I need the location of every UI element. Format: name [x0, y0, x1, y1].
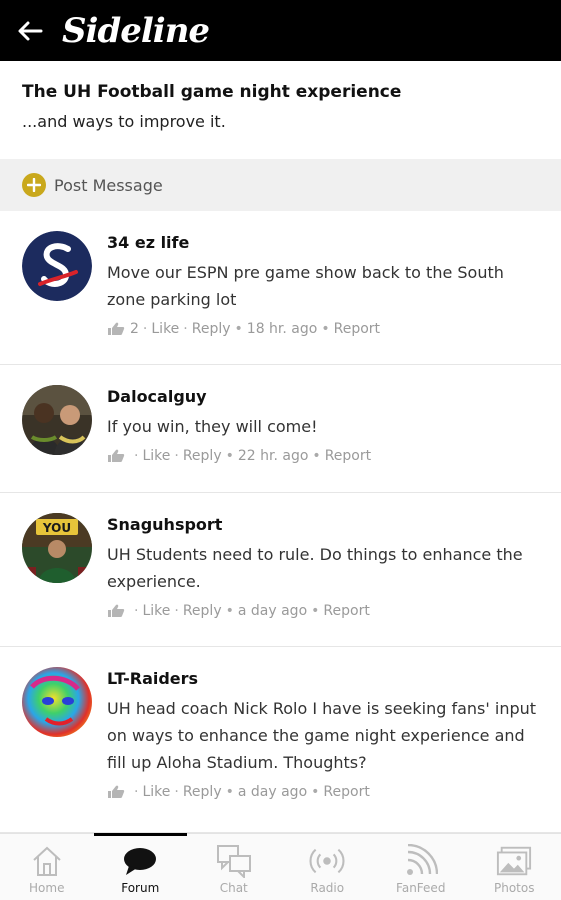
forum-icon — [122, 844, 158, 878]
topic-title: The UH Football game night experience — [22, 82, 402, 102]
chat-icon — [216, 844, 252, 878]
comment-time: a day ago — [237, 603, 308, 619]
app-root: Sideline The UH Football game night expe… — [0, 0, 561, 900]
back-arrow-icon — [18, 21, 43, 40]
comment-author[interactable]: Dalocalguy — [107, 386, 547, 408]
reply-button[interactable]: Reply — [183, 784, 222, 800]
post-message-button[interactable]: Post Message — [0, 159, 561, 211]
nav-item-home[interactable]: Home — [0, 834, 94, 900]
comment-feed[interactable]: 34 ez life Move our ESPN pre game show b… — [0, 211, 561, 833]
nav-label: Chat — [219, 881, 248, 895]
nav-item-forum[interactable]: Forum — [93, 833, 188, 900]
top-bar: Sideline — [0, 0, 561, 61]
sign-text: YOU — [42, 521, 71, 535]
reply-button[interactable]: Reply — [192, 321, 231, 337]
comment-item: LT-Raiders UH head coach Nick Rolo I hav… — [0, 647, 561, 833]
like-button[interactable]: Like — [142, 784, 170, 800]
report-button[interactable]: Report — [323, 784, 369, 800]
reply-button[interactable]: Reply — [183, 603, 222, 619]
comment-meta: · Like · Reply • 22 hr. ago • Report — [107, 446, 547, 466]
comment-meta: · Like · Reply • a day ago • Report — [107, 782, 547, 802]
like-button[interactable]: Like — [142, 603, 170, 619]
report-button[interactable]: Report — [323, 603, 369, 619]
nav-item-fanfeed[interactable]: FanFeed — [374, 834, 468, 900]
avatar[interactable] — [22, 667, 92, 737]
report-button[interactable]: Report — [334, 321, 380, 337]
like-count: 2 — [130, 321, 139, 337]
topic-header: The UH Football game night experience ..… — [0, 61, 561, 159]
like-button[interactable]: Like — [151, 321, 179, 337]
nav-label: Radio — [310, 881, 345, 895]
nav-item-chat[interactable]: Chat — [187, 834, 281, 900]
photos-icon — [496, 844, 532, 878]
nav-label: Home — [29, 881, 65, 895]
avatar[interactable]: YOU — [22, 513, 92, 583]
topic-subtitle: ...and ways to improve it. — [22, 112, 226, 131]
thumbs-up-icon — [107, 322, 125, 336]
comment-item: 34 ez life Move our ESPN pre game show b… — [0, 211, 561, 365]
thumbs-up-icon — [107, 449, 125, 463]
comment-meta: 2 · Like · Reply • 18 hr. ago • Report — [107, 319, 547, 339]
home-icon — [29, 844, 65, 878]
post-message-label: Post Message — [54, 175, 163, 195]
comment-meta: · Like · Reply • a day ago • Report — [107, 601, 547, 621]
thumbs-up-icon — [107, 604, 125, 618]
nav-label: Forum — [121, 881, 160, 895]
like-button[interactable]: Like — [142, 448, 170, 464]
avatar[interactable] — [22, 231, 92, 301]
nav-label: Photos — [494, 881, 535, 895]
comment-time: 22 hr. ago — [237, 448, 309, 464]
comment-author[interactable]: Snaguhsport — [107, 514, 547, 536]
back-button[interactable] — [8, 9, 52, 53]
nav-item-photos[interactable]: Photos — [468, 834, 561, 900]
comment-item: Dalocalguy If you win, they will come! ·… — [0, 365, 561, 493]
nav-label: FanFeed — [396, 881, 446, 895]
comment-text: If you win, they will come! — [107, 417, 318, 436]
bottom-nav: Home Forum Chat Radio FanFeed Photos — [0, 833, 561, 900]
radio-icon — [309, 844, 345, 878]
comment-author[interactable]: 34 ez life — [107, 232, 547, 254]
nav-item-radio[interactable]: Radio — [281, 834, 375, 900]
brand-logo: Sideline — [62, 10, 210, 51]
comment-text: UH head coach Nick Rolo I have is seekin… — [107, 699, 537, 772]
fanfeed-icon — [403, 844, 439, 878]
comment-text: Move our ESPN pre game show back to the … — [107, 263, 504, 309]
reply-button[interactable]: Reply — [183, 448, 222, 464]
comment-time: 18 hr. ago — [246, 321, 318, 337]
comment-time: a day ago — [237, 784, 308, 800]
avatar[interactable] — [22, 385, 92, 455]
comment-text: UH Students need to rule. Do things to e… — [107, 545, 523, 591]
thumbs-up-icon — [107, 785, 125, 799]
comment-author[interactable]: LT-Raiders — [107, 668, 547, 690]
comment-item: YOU Snaguhsport UH Students need to rule… — [0, 493, 561, 647]
plus-circle-icon — [22, 173, 46, 197]
report-button[interactable]: Report — [325, 448, 371, 464]
